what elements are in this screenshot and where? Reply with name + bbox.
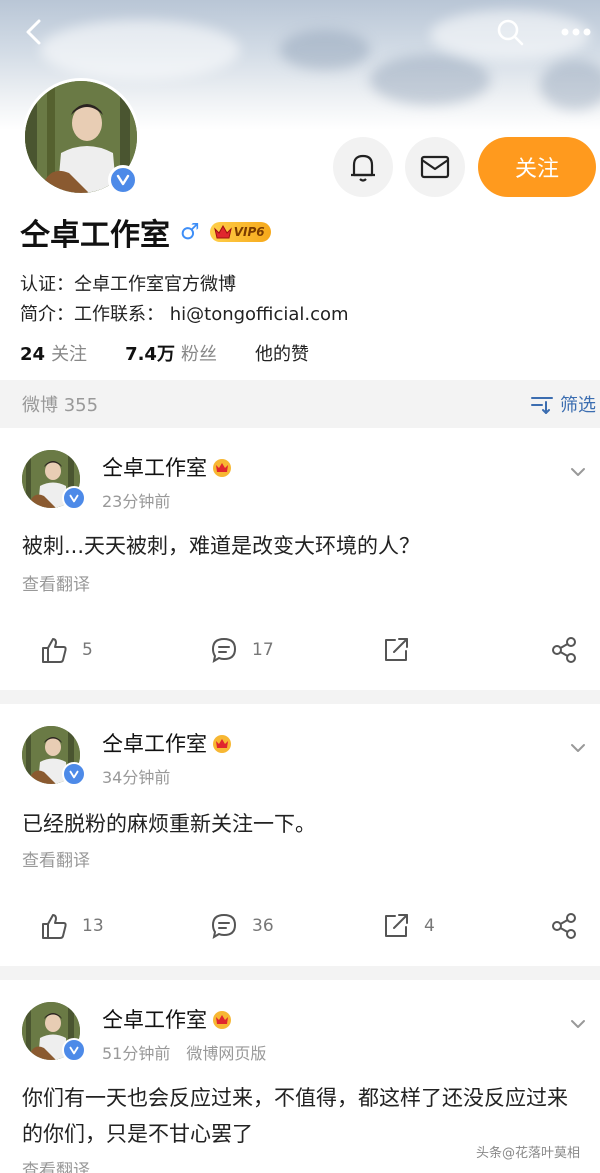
translate-link[interactable]: 查看翻译 — [22, 570, 90, 595]
post-text: 被刺...天天被刺，难道是改变大环境的人？ — [22, 534, 421, 558]
notify-button[interactable] — [333, 137, 393, 197]
post-time-text: 23分钟前 — [102, 492, 171, 511]
post-time: 34分钟前 — [102, 764, 170, 788]
share-button[interactable] — [550, 912, 578, 940]
comment-icon — [211, 913, 237, 940]
post-author-name: 仝卓工作室 — [102, 456, 207, 480]
post-time: 51分钟前 微博网页版 — [102, 1040, 266, 1064]
like-button[interactable]: 5 — [40, 636, 93, 664]
repost-icon — [385, 638, 408, 661]
followers-label: 粉丝 — [180, 344, 217, 365]
search-button[interactable] — [490, 12, 530, 52]
crown-icon — [213, 735, 231, 753]
crown-icon — [213, 1011, 231, 1029]
post-card[interactable]: 仝卓工作室 23分钟前 被刺...天天被刺，难道是改变大环境的人？ 查看翻译 5… — [0, 428, 600, 690]
profile-name-row: 仝卓工作室 ♂ VIP6 — [20, 210, 271, 254]
feed-header: 微博 355 筛选 — [0, 380, 600, 428]
certification-line: 认证：仝卓工作室官方微博 — [20, 270, 236, 296]
profile-stats: 24 关注 7.4万 粉丝 他的赞 — [20, 340, 309, 366]
post-time-text: 34分钟前 — [102, 768, 171, 787]
comment-count: 17 — [252, 640, 274, 660]
post-author[interactable]: 仝卓工作室 — [102, 1004, 233, 1034]
post-card[interactable]: 仝卓工作室 34分钟前 已经脱粉的麻烦重新关注一下。 查看翻译 13 36 4 — [0, 704, 600, 966]
back-button[interactable] — [14, 12, 54, 52]
followers-count: 7.4万 — [125, 344, 175, 365]
post-separator — [0, 966, 600, 980]
following-stat[interactable]: 24 关注 — [20, 340, 87, 366]
search-icon — [497, 19, 524, 46]
repost-button[interactable] — [382, 636, 424, 664]
like-count: 5 — [82, 640, 93, 660]
comment-count: 36 — [252, 916, 274, 936]
crown-icon — [213, 459, 231, 477]
post-author-name: 仝卓工作室 — [102, 732, 207, 756]
crown-icon — [213, 224, 232, 239]
repost-icon — [385, 914, 408, 937]
like-count: 13 — [82, 916, 104, 936]
filter-button[interactable]: 筛选 — [530, 391, 596, 417]
verified-badge-icon — [108, 165, 138, 195]
bio-label: 简介： — [20, 304, 74, 325]
thumbs-up-icon — [42, 914, 67, 939]
translate-link[interactable]: 查看翻译 — [22, 846, 90, 871]
post-author[interactable]: 仝卓工作室 — [102, 728, 233, 758]
message-button[interactable] — [405, 137, 465, 197]
post-time: 23分钟前 — [102, 488, 170, 512]
share-icon — [552, 913, 576, 939]
chevron-down-icon[interactable] — [568, 462, 588, 482]
post-separator — [0, 690, 600, 704]
repost-button[interactable]: 4 — [382, 912, 435, 940]
filter-icon — [531, 397, 553, 414]
weibo-count: 微博 355 — [22, 395, 99, 416]
verified-badge-icon — [62, 486, 86, 510]
more-dots-icon — [561, 28, 591, 36]
post-source: 微博网页版 — [186, 1044, 267, 1063]
more-button[interactable] — [556, 12, 596, 52]
watermark: 头条@花落叶莫相 — [476, 1146, 581, 1161]
share-icon — [552, 637, 576, 663]
filter-label: 筛选 — [560, 395, 596, 416]
post-text: 已经脱粉的麻烦重新关注一下。 — [22, 812, 316, 836]
post-author-name: 仝卓工作室 — [102, 1008, 207, 1032]
bio-line: 简介：工作联系： hi@tongofficial.com — [20, 300, 349, 326]
followers-stat[interactable]: 7.4万 粉丝 — [125, 340, 217, 366]
profile-name: 仝卓工作室 — [20, 218, 170, 253]
following-count: 24 — [20, 344, 46, 365]
comment-button[interactable]: 36 — [210, 912, 274, 940]
mail-icon — [420, 155, 450, 179]
bell-icon — [351, 154, 375, 182]
post-time-text: 51分钟前 — [102, 1044, 171, 1063]
thumbs-up-icon — [42, 638, 67, 663]
chevron-down-icon[interactable] — [568, 1014, 588, 1034]
cert-value: 仝卓工作室官方微博 — [74, 274, 236, 295]
post-author[interactable]: 仝卓工作室 — [102, 452, 233, 482]
cert-label: 认证： — [20, 274, 74, 295]
share-button[interactable] — [550, 636, 578, 664]
verified-badge-icon — [62, 762, 86, 786]
verified-badge-icon — [62, 1038, 86, 1062]
male-gender-icon: ♂ — [180, 219, 200, 245]
comment-button[interactable]: 17 — [210, 636, 274, 664]
vip-level: VIP6 — [233, 225, 265, 239]
comment-icon — [211, 637, 237, 664]
following-label: 关注 — [51, 344, 88, 365]
like-button[interactable]: 13 — [40, 912, 104, 940]
translate-link[interactable]: 查看翻译 — [22, 1156, 90, 1173]
back-arrow-icon — [26, 19, 41, 45]
follow-button[interactable]: 关注 — [478, 137, 596, 197]
repost-count: 4 — [424, 916, 435, 936]
vip-badge[interactable]: VIP6 — [209, 222, 271, 242]
likes-stat[interactable]: 他的赞 — [255, 340, 309, 366]
likes-label: 他的赞 — [254, 344, 309, 365]
chevron-down-icon[interactable] — [568, 738, 588, 758]
bio-value: 工作联系： hi@tongofficial.com — [74, 304, 349, 325]
